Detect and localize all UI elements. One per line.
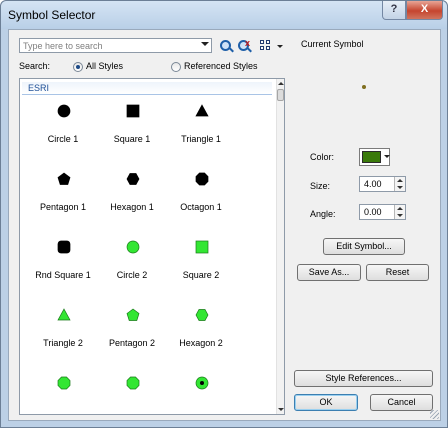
symbol-name: Hexagon 2 <box>179 338 223 348</box>
symbol-name: Square 2 <box>182 270 220 280</box>
triangle-symbol-icon <box>57 308 71 321</box>
cancel-button[interactable]: Cancel <box>370 394 433 411</box>
square-symbol-icon <box>126 104 140 118</box>
triangle-symbol-icon <box>195 104 209 117</box>
circle-dot-symbol-icon <box>195 376 209 390</box>
vertical-scrollbar[interactable] <box>276 79 284 414</box>
rounded-square-symbol-icon <box>57 240 71 254</box>
octagon-symbol-icon <box>126 376 140 390</box>
circle-symbol-icon <box>126 240 140 254</box>
symbol-cell[interactable]: Square 1 <box>93 104 171 172</box>
symbol-cell[interactable]: Pentagon 1 <box>24 172 102 240</box>
all-styles-radio[interactable] <box>73 62 83 72</box>
angle-label: Angle: <box>310 209 336 219</box>
symbol-preview <box>362 85 366 89</box>
edit-symbol-button[interactable]: Edit Symbol... <box>323 238 405 255</box>
symbol-name: Circle 1 <box>47 134 79 144</box>
angle-spin-buttons[interactable] <box>394 205 405 219</box>
search-icon[interactable] <box>219 39 234 53</box>
angle-spinner[interactable] <box>359 204 406 220</box>
symbol-name: Triangle 1 <box>181 134 221 144</box>
referenced-styles-radio[interactable] <box>171 62 181 72</box>
symbol-cell[interactable] <box>24 376 102 414</box>
view-dropdown-chevron-icon[interactable] <box>277 45 283 48</box>
symbol-cell[interactable]: Circle 2 <box>93 240 171 308</box>
size-spinner[interactable] <box>359 176 406 192</box>
color-label: Color: <box>310 152 335 162</box>
symbol-cell[interactable]: Circle 1 <box>24 104 102 172</box>
title-bar: Symbol Selector ? X <box>1 1 447 29</box>
symbol-cell[interactable]: Hexagon 2 <box>162 308 240 376</box>
symbol-name: Circle 2 <box>116 270 148 280</box>
reset-button[interactable]: Reset <box>366 264 429 281</box>
save-as-button[interactable]: Save As... <box>297 264 361 281</box>
color-picker-button[interactable] <box>359 148 390 166</box>
view-options-icon[interactable] <box>260 40 272 52</box>
size-spin-buttons[interactable] <box>394 177 405 191</box>
chevron-down-icon <box>384 155 390 158</box>
ok-button[interactable]: OK <box>294 394 358 411</box>
pentagon-symbol-icon <box>126 308 140 321</box>
window-title: Symbol Selector <box>8 8 96 22</box>
all-styles-label[interactable]: All Styles <box>86 61 123 71</box>
referenced-styles-label[interactable]: Referenced Styles <box>184 61 258 71</box>
symbol-name: Square 1 <box>113 134 151 144</box>
size-input[interactable] <box>360 177 393 191</box>
style-references-button[interactable]: Style References... <box>294 370 433 387</box>
symbol-selector-dialog: Symbol Selector ? X x Search: All Styles… <box>0 0 448 428</box>
symbol-name: Triangle 2 <box>43 338 83 348</box>
hexagon-symbol-icon <box>126 173 140 185</box>
scroll-down-icon[interactable] <box>278 408 284 411</box>
square-symbol-icon <box>195 240 209 254</box>
symbol-cell[interactable]: Octagon 1 <box>162 172 240 240</box>
scrollbar-thumb[interactable] <box>277 89 284 101</box>
close-button[interactable]: X <box>406 1 443 20</box>
pentagon-symbol-icon <box>57 172 71 185</box>
symbol-name: Pentagon 1 <box>39 202 87 212</box>
current-symbol-heading: Current Symbol <box>301 39 364 49</box>
circle-symbol-icon <box>57 104 71 118</box>
size-label: Size: <box>310 181 331 191</box>
angle-input[interactable] <box>360 205 393 219</box>
octagon-symbol-icon <box>57 376 71 390</box>
chevron-down-icon[interactable] <box>201 42 209 46</box>
symbol-name: Hexagon 1 <box>110 202 154 212</box>
dialog-body: x Search: All Styles Referenced Styles E… <box>8 29 441 421</box>
style-group-name: ESRI <box>28 83 50 93</box>
symbol-cell[interactable] <box>162 376 240 414</box>
symbol-cell[interactable]: Rnd Square 1 <box>24 240 102 308</box>
symbol-list[interactable]: ESRI Circle 1 Square 1 Triangle 1 Pentagon … <box>19 78 285 415</box>
symbol-name: Rnd Square 1 <box>35 270 91 280</box>
symbol-cell[interactable] <box>93 376 171 414</box>
octagon-symbol-icon <box>195 172 209 186</box>
hexagon-symbol-icon <box>195 309 209 321</box>
search-scope-label: Search: <box>19 61 51 71</box>
style-group-header: ESRI <box>22 82 272 95</box>
symbol-name: Pentagon 2 <box>108 338 156 348</box>
search-combobox[interactable] <box>19 38 212 53</box>
scroll-up-icon[interactable] <box>278 82 284 85</box>
symbol-cell[interactable]: Pentagon 2 <box>93 308 171 376</box>
clear-search-icon[interactable]: x <box>237 38 252 53</box>
color-swatch <box>362 151 381 163</box>
search-input[interactable] <box>20 39 195 52</box>
symbol-cell[interactable]: Hexagon 1 <box>93 172 171 240</box>
resize-grip[interactable] <box>430 410 439 419</box>
symbol-name: Octagon 1 <box>180 202 222 212</box>
symbol-cell[interactable]: Triangle 2 <box>24 308 102 376</box>
symbol-cell[interactable]: Triangle 1 <box>162 104 240 172</box>
symbol-cell[interactable]: Square 2 <box>162 240 240 308</box>
help-button[interactable]: ? <box>382 1 406 20</box>
